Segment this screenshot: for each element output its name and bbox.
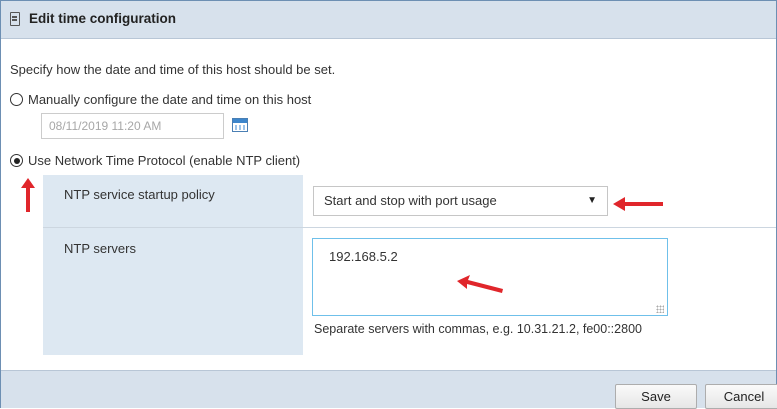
calendar-icon[interactable] xyxy=(232,118,248,132)
chevron-down-icon: ▼ xyxy=(587,195,597,206)
manual-config-radio[interactable] xyxy=(10,93,23,106)
startup-policy-value: Start and stop with port usage xyxy=(324,193,497,208)
dialog-title: Edit time configuration xyxy=(29,11,176,26)
annotation-arrow-up-icon xyxy=(21,178,35,212)
annotation-arrow-diagonal-icon xyxy=(457,275,503,293)
row-divider xyxy=(43,227,776,228)
cancel-button[interactable]: Cancel xyxy=(705,384,777,409)
ntp-servers-label: NTP servers xyxy=(64,241,136,256)
datetime-field[interactable] xyxy=(41,113,224,139)
intro-text: Specify how the date and time of this ho… xyxy=(10,62,336,77)
edit-time-configuration-dialog: Edit time configuration Specify how the … xyxy=(0,0,777,409)
dialog-titlebar: Edit time configuration xyxy=(1,1,776,39)
document-icon xyxy=(10,12,20,26)
ntp-servers-hint: Separate servers with commas, e.g. 10.31… xyxy=(314,322,642,336)
ntp-radio[interactable] xyxy=(10,154,23,167)
resize-grip-icon[interactable] xyxy=(656,305,664,313)
manual-config-label[interactable]: Manually configure the date and time on … xyxy=(28,92,311,107)
startup-policy-select[interactable]: Start and stop with port usage ▼ xyxy=(313,186,608,216)
ntp-label[interactable]: Use Network Time Protocol (enable NTP cl… xyxy=(28,153,300,168)
startup-policy-label: NTP service startup policy xyxy=(64,187,215,202)
annotation-arrow-left-icon xyxy=(613,197,663,211)
save-button[interactable]: Save xyxy=(615,384,697,409)
